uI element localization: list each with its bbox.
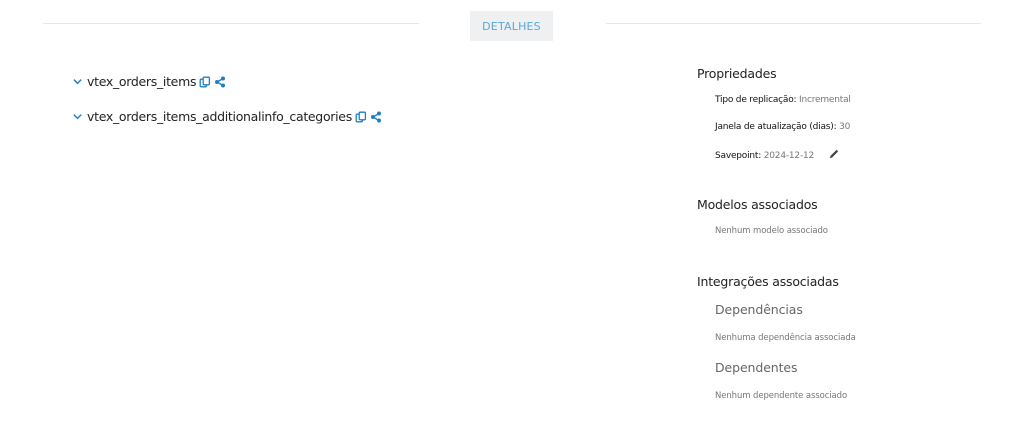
savepoint: Savepoint: 2024-12-12 bbox=[715, 149, 839, 161]
savepoint-value: 2024-12-12 bbox=[763, 151, 815, 161]
dependencies-empty-text: Nenhuma dependência associada bbox=[715, 333, 856, 343]
integrations-title: Integrações associadas bbox=[697, 274, 839, 289]
update-window-label: Janela de atualização (dias): bbox=[715, 122, 837, 132]
share-icon[interactable] bbox=[214, 76, 226, 88]
models-empty-text: Nenhum modelo associado bbox=[715, 226, 828, 236]
properties-title: Propriedades bbox=[697, 66, 777, 81]
details-page: DETALHES vtex_orders_items vtex_orders_i… bbox=[0, 0, 1024, 423]
savepoint-label: Savepoint: bbox=[715, 151, 762, 161]
models-title: Modelos associados bbox=[697, 197, 818, 212]
tree-item-orders-items-additionalinfo-categories: vtex_orders_items_additionalinfo_categor… bbox=[72, 109, 382, 124]
update-window: Janela de atualização (dias): 30 bbox=[715, 122, 850, 132]
pencil-icon[interactable] bbox=[829, 149, 839, 159]
copy-icon[interactable] bbox=[355, 111, 367, 123]
copy-icon[interactable] bbox=[199, 76, 211, 88]
replication-label: Tipo de replicação: bbox=[715, 95, 797, 105]
tab-detalhes[interactable]: DETALHES bbox=[470, 11, 553, 41]
share-icon[interactable] bbox=[370, 111, 382, 123]
chevron-down-icon[interactable] bbox=[72, 76, 83, 87]
replication-type: Tipo de replicação: Incremental bbox=[715, 95, 851, 105]
tree-item-orders-items: vtex_orders_items bbox=[72, 74, 226, 89]
tree-item-label[interactable]: vtex_orders_items bbox=[87, 74, 196, 89]
dependents-title: Dependentes bbox=[715, 360, 798, 375]
tree-item-label[interactable]: vtex_orders_items_additionalinfo_categor… bbox=[87, 109, 352, 124]
dependents-empty-text: Nenhum dependente associado bbox=[715, 391, 848, 401]
chevron-down-icon[interactable] bbox=[72, 111, 83, 122]
header-divider-right bbox=[606, 23, 981, 24]
dependencies-title: Dependências bbox=[715, 302, 803, 317]
update-window-value: 30 bbox=[839, 122, 851, 132]
replication-value: Incremental bbox=[799, 95, 851, 105]
header-divider-left bbox=[43, 23, 419, 24]
